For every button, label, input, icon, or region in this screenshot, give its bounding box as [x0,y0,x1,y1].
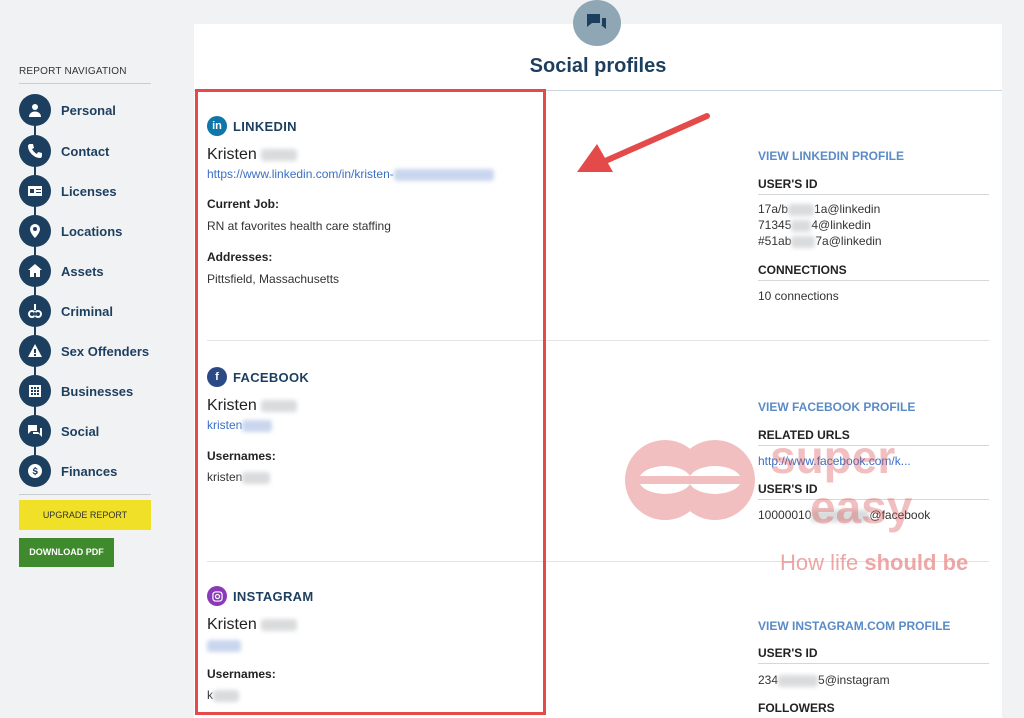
sidebar-item-label: Criminal [61,303,114,319]
sidebar-item-label: Contact [61,143,110,159]
followers-heading: FOLLOWERS [758,701,835,715]
warning-icon [19,335,51,367]
related-url-link[interactable]: http://www.facebook.com/k... [758,454,911,468]
sidebar-item-label: Licenses [61,183,117,199]
download-pdf-button[interactable]: DOWNLOAD PDF [19,538,114,567]
users-id-heading: USER'S ID [758,177,989,195]
sidebar-item-label: Businesses [61,383,134,399]
chat-icon [573,0,621,46]
sidebar-item-label: Social [61,423,100,439]
sidebar-item-sex-offenders[interactable]: Sex Offenders [19,335,179,367]
sidebar-item-label: Finances [61,463,118,479]
dollar-icon [19,455,51,487]
connections-heading: CONNECTIONS [758,263,989,281]
sidebar-item-criminal[interactable]: Criminal [19,295,179,327]
house-icon [19,255,51,287]
sidebar-item-label: Locations [61,223,123,239]
sidebar-item-social[interactable]: Social [19,415,179,447]
sidebar-item-label: Sex Offenders [61,343,150,359]
highlight-box [195,89,546,715]
sidebar-item-finances[interactable]: Finances [19,455,179,487]
chat-icon [19,415,51,447]
report-sidebar: REPORT NAVIGATION Personal Contact Licen… [0,0,185,718]
view-instagram-profile-link[interactable]: VIEW INSTAGRAM.COM PROFILE [758,619,950,633]
users-id-heading: USER'S ID [758,482,989,500]
sidebar-item-label: Personal [61,102,116,118]
map-pin-icon [19,215,51,247]
related-urls-heading: RELATED URLS [758,428,989,446]
sidebar-item-locations[interactable]: Locations [19,215,179,247]
user-id-value: 234 5@instagram [758,673,890,687]
sidebar-item-contact[interactable]: Contact [19,135,179,167]
phone-icon [19,135,51,167]
building-icon [19,375,51,407]
sidebar-item-personal[interactable]: Personal [19,94,179,126]
user-id-list: 17a/b 1a@linkedin 71345 4@linkedin #51ab 7a… [758,202,882,248]
view-linkedin-profile-link[interactable]: VIEW LINKEDIN PROFILE [758,149,904,163]
page-title: Social profiles [529,55,667,77]
sidebar-item-licenses[interactable]: Licenses [19,175,179,207]
annotation-arrow-icon [577,113,710,172]
upgrade-report-button[interactable]: UPGRADE REPORT [19,500,151,530]
sidebar-item-label: Assets [61,263,104,279]
users-id-heading: USER'S ID [758,646,989,664]
handcuffs-icon [19,295,51,327]
sidebar-divider [19,494,151,495]
connections-value: 10 connections [758,289,839,303]
person-icon [19,94,51,126]
report-navigation-title: REPORT NAVIGATION [19,66,151,84]
sidebar-item-assets[interactable]: Assets [19,255,179,287]
view-facebook-profile-link[interactable]: VIEW FACEBOOK PROFILE [758,400,915,414]
id-card-icon [19,175,51,207]
sidebar-item-businesses[interactable]: Businesses [19,375,179,407]
user-id-value: 10000010 @facebook [758,508,931,522]
